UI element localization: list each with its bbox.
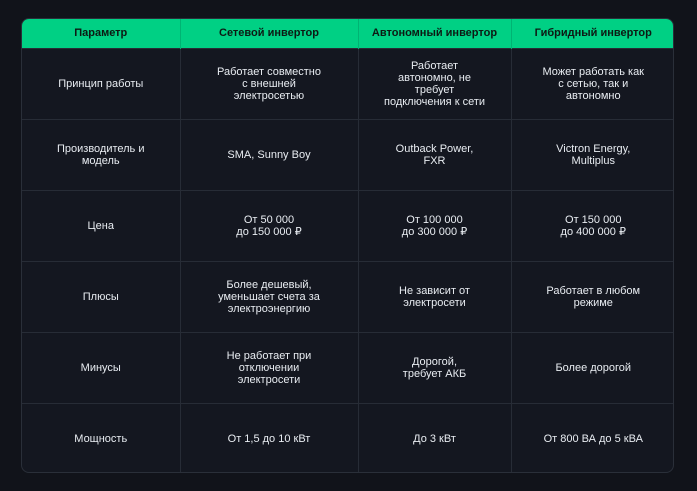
header-parameter: Параметр	[22, 19, 181, 48]
table-cell: От 1,5 до 10 кВт	[180, 402, 359, 472]
row-label-power: Мощность	[22, 402, 181, 472]
header-autonomous-inverter: Автономный инвертор	[358, 19, 512, 48]
header-grid-inverter: Сетевой инвертор	[180, 19, 359, 48]
table-row: Производитель и модель SMA, Sunny Boy Ou…	[22, 118, 673, 190]
row-label-price: Цена	[22, 189, 181, 261]
table-cell: От 50 000 до 150 000 ₽	[180, 189, 359, 261]
table-cell: Victron Energy, Multiplus	[511, 118, 673, 190]
table-row: Цена От 50 000 до 150 000 ₽ От 100 000 д…	[22, 189, 673, 261]
comparison-table-container: Параметр Сетевой инвертор Автономный инв…	[21, 18, 674, 473]
table-cell: От 100 000 до 300 000 ₽	[358, 189, 512, 261]
table-cell: От 150 000 до 400 000 ₽	[511, 189, 673, 261]
table-cell: Дорогой, требует АКБ	[358, 331, 512, 403]
table-cell: Работает автономно, не требует подключен…	[358, 47, 512, 119]
table-row: Плюсы Более дешевый, уменьшает счета за …	[22, 260, 673, 332]
table-cell: SMA, Sunny Boy	[180, 118, 359, 190]
table-cell: Не зависит от электросети	[358, 260, 512, 332]
row-label-cons: Минусы	[22, 331, 181, 403]
row-label-manufacturer: Производитель и модель	[22, 118, 181, 190]
table-cell: Работает в любом режиме	[511, 260, 673, 332]
table-cell: Более дешевый, уменьшает счета за электр…	[180, 260, 359, 332]
table-row: Принцип работы Работает совместно с внеш…	[22, 47, 673, 119]
table-cell: Outback Power, FXR	[358, 118, 512, 190]
inverter-comparison-table: Параметр Сетевой инвертор Автономный инв…	[22, 19, 673, 472]
table-cell: Более дорогой	[511, 331, 673, 403]
table-cell: От 800 ВА до 5 кВА	[511, 402, 673, 472]
row-label-principle: Принцип работы	[22, 47, 181, 119]
table-cell: Может работать как с сетью, так и автоно…	[511, 47, 673, 119]
row-label-pros: Плюсы	[22, 260, 181, 332]
table-cell: Не работает при отключении электросети	[180, 331, 359, 403]
table-cell: До 3 кВт	[358, 402, 512, 472]
table-row: Мощность От 1,5 до 10 кВт До 3 кВт От 80…	[22, 402, 673, 472]
table-row: Минусы Не работает при отключении электр…	[22, 331, 673, 403]
table-cell: Работает совместно с внешней электросеть…	[180, 47, 359, 119]
header-hybrid-inverter: Гибридный инвертор	[534, 27, 652, 40]
table-header-row: Параметр Сетевой инвертор Автономный инв…	[22, 19, 673, 48]
